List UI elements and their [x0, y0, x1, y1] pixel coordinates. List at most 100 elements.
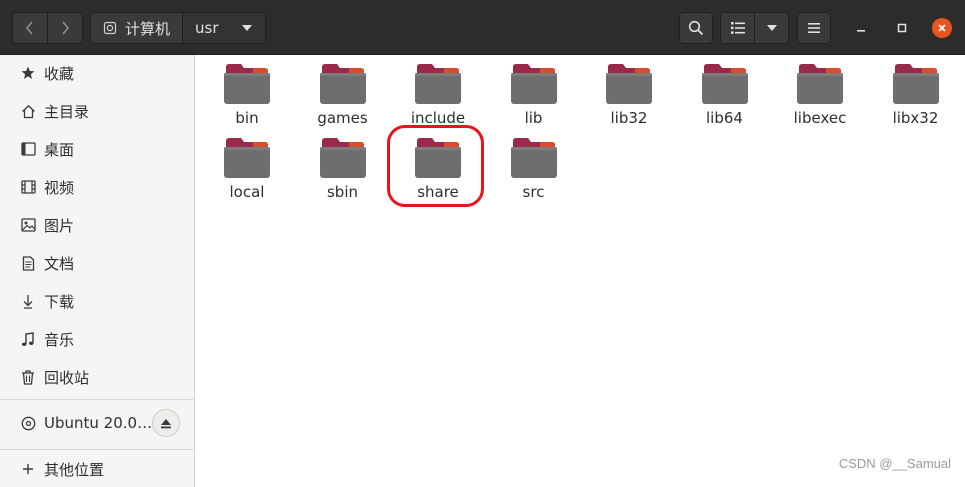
- path-segment-label: usr: [195, 19, 219, 37]
- list-view-button[interactable]: [721, 13, 754, 43]
- path-segment-computer[interactable]: 计算机: [91, 13, 183, 43]
- list-view-icon: [730, 22, 745, 34]
- desktop-icon: [20, 141, 36, 157]
- folder-label: local: [229, 183, 265, 201]
- folder-item[interactable]: games: [297, 57, 387, 127]
- sidebar-item-music[interactable]: 音乐: [0, 321, 195, 357]
- folder-icon: [224, 138, 270, 178]
- folder-item[interactable]: src: [488, 131, 578, 201]
- video-icon: [20, 179, 36, 195]
- disc-icon: [20, 415, 36, 431]
- highlight-annotation: [387, 125, 484, 207]
- close-icon: [938, 24, 946, 32]
- music-icon: [20, 331, 36, 347]
- view-buttons: [720, 12, 789, 44]
- sidebar-item-home[interactable]: 主目录: [0, 93, 195, 129]
- folder-label: src: [522, 183, 545, 201]
- close-button[interactable]: [932, 18, 952, 38]
- folder-item[interactable]: local: [201, 131, 291, 201]
- document-icon: [20, 255, 36, 271]
- folder-label: bin: [235, 109, 259, 127]
- folder-label: lib: [524, 109, 543, 127]
- maximize-button[interactable]: [892, 18, 912, 38]
- folder-label: lib64: [706, 109, 743, 127]
- folder-icon: [510, 64, 557, 104]
- sidebar-item-label: 桌面: [44, 140, 75, 159]
- folder-item[interactable]: libexec: [774, 57, 864, 127]
- eject-button[interactable]: [152, 409, 180, 437]
- folder-icon: [606, 64, 652, 104]
- sidebar-separator: [0, 399, 195, 400]
- sidebar-item-other-locations[interactable]: 其他位置: [0, 451, 195, 487]
- folder-icon: [319, 64, 366, 104]
- navigation-buttons: [12, 12, 83, 44]
- sidebar-item-downloads[interactable]: 下载: [0, 283, 195, 319]
- search-icon: [688, 20, 704, 36]
- sidebar: 收藏 主目录 桌面 视频 图片 文档 下载 音乐 回收站 Ubuntu 20.0…: [0, 55, 195, 487]
- folder-item[interactable]: lib: [488, 57, 578, 127]
- path-segment-label: 计算机: [125, 19, 171, 38]
- sidebar-item-pictures[interactable]: 图片: [0, 207, 195, 243]
- folder-label: libexec: [793, 109, 847, 127]
- triangle-down-icon: [241, 25, 252, 31]
- back-button[interactable]: [13, 13, 47, 43]
- plus-icon: [20, 461, 36, 477]
- folder-item[interactable]: include: [392, 57, 482, 127]
- folder-icon: [510, 138, 557, 178]
- sidebar-item-label: 回收站: [44, 368, 90, 387]
- chevron-right-icon: [62, 21, 70, 35]
- menu-button[interactable]: [797, 12, 831, 44]
- sidebar-item-label: 其他位置: [44, 460, 105, 479]
- folder-item[interactable]: bin: [201, 57, 291, 127]
- sidebar-item-label: 图片: [44, 216, 75, 235]
- trash-icon: [20, 369, 36, 385]
- sidebar-item-desktop[interactable]: 桌面: [0, 131, 195, 167]
- drive-icon: [103, 21, 117, 35]
- folder-icon: [319, 138, 366, 178]
- eject-icon: [161, 418, 171, 428]
- minimize-button[interactable]: [851, 18, 871, 38]
- hamburger-icon: [808, 23, 820, 33]
- sidebar-item-label: 下载: [44, 292, 75, 311]
- minimize-icon: [857, 30, 865, 32]
- folder-item[interactable]: sbin: [297, 131, 387, 201]
- header-bar: 计算机 usr: [0, 0, 965, 55]
- folder-label: libx32: [892, 109, 939, 127]
- folder-icon: [224, 64, 270, 104]
- watermark: CSDN @__Samual: [838, 456, 951, 471]
- star-icon: [20, 65, 36, 81]
- download-icon: [20, 293, 36, 309]
- sidebar-item-documents[interactable]: 文档: [0, 245, 195, 281]
- sidebar-item-label: 视频: [44, 178, 75, 197]
- picture-icon: [20, 217, 36, 233]
- sidebar-item-label: 文档: [44, 254, 75, 273]
- sidebar-item-videos[interactable]: 视频: [0, 169, 195, 205]
- folder-label: lib32: [610, 109, 648, 127]
- folder-icon: [797, 64, 843, 104]
- triangle-down-icon: [766, 25, 777, 31]
- folder-item[interactable]: lib32: [583, 57, 673, 127]
- sidebar-item-label: 音乐: [44, 330, 75, 349]
- folder-icon: [415, 64, 461, 104]
- forward-button[interactable]: [47, 13, 82, 43]
- search-button[interactable]: [679, 12, 713, 44]
- maximize-icon: [897, 23, 907, 33]
- path-segment-usr[interactable]: usr: [182, 13, 265, 43]
- file-manager-window: 计算机 usr 收藏 主目录 桌面 视频 图片 文档 下载 音乐 回收站 Ubu…: [0, 0, 965, 487]
- home-icon: [20, 103, 36, 119]
- view-options-button[interactable]: [754, 13, 788, 43]
- sidebar-item-trash[interactable]: 回收站: [0, 359, 195, 395]
- folder-label: sbin: [326, 183, 358, 201]
- folder-item[interactable]: lib64: [679, 57, 769, 127]
- sidebar-separator: [0, 449, 195, 450]
- sidebar-item-label: 收藏: [44, 64, 75, 83]
- folder-item[interactable]: libx32: [870, 57, 960, 127]
- folder-icon: [701, 64, 748, 104]
- path-bar: 计算机 usr: [90, 12, 266, 44]
- file-view: bin games include lib lib32 lib64 libexec libx3…: [196, 55, 965, 487]
- sidebar-item-label: Ubuntu 20.0…: [44, 414, 153, 432]
- sidebar-item-label: 主目录: [44, 102, 90, 121]
- sidebar-item-starred[interactable]: 收藏: [0, 55, 195, 91]
- folder-icon: [892, 64, 939, 104]
- folder-label: games: [317, 109, 368, 127]
